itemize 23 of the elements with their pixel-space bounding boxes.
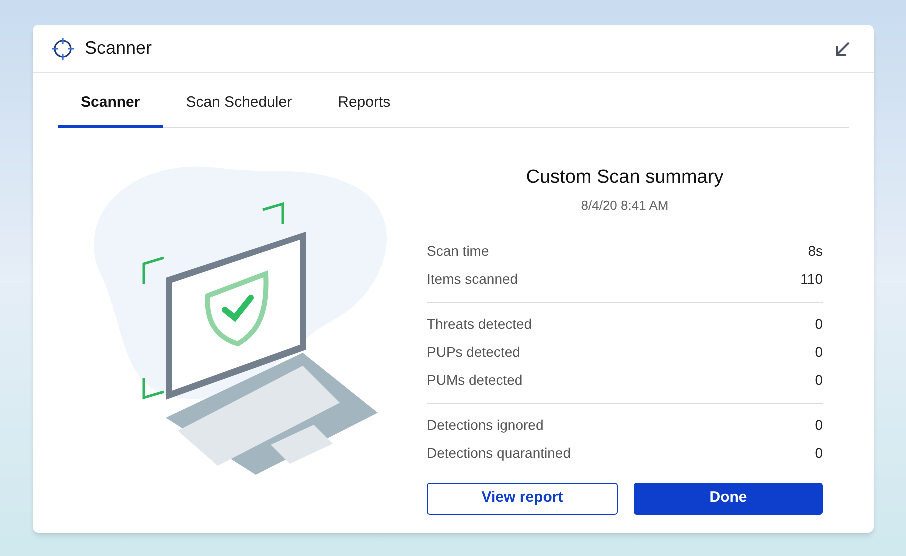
row-value: 8s	[808, 242, 823, 261]
row-value: 0	[815, 343, 823, 362]
done-button[interactable]: Done	[634, 482, 823, 514]
crosshair-icon	[51, 36, 75, 60]
row-label: PUPs detected	[427, 343, 520, 362]
row-value: 0	[815, 315, 823, 334]
row-label: PUMs detected	[427, 371, 523, 390]
tab[interactable]: Scan Scheduler	[163, 86, 316, 128]
row-value: 0	[815, 444, 823, 463]
view-report-button[interactable]: View report	[427, 482, 618, 514]
tab[interactable]: Scanner	[58, 86, 164, 128]
row-label: Scan time	[427, 242, 490, 261]
row-label: Items scanned	[427, 270, 518, 289]
scan-date: 8/4/20 8:41 AM	[580, 197, 670, 215]
row-label: Detections quarantined	[427, 444, 571, 463]
tab[interactable]: Reports	[315, 86, 414, 128]
summary-title: Custom Scan summary	[525, 166, 725, 190]
row-label: Threats detected	[427, 315, 532, 334]
row-label: Detections ignored	[427, 416, 544, 435]
row-value: 110	[800, 270, 823, 289]
window-title: Scanner	[85, 37, 152, 60]
row-value: 0	[815, 371, 823, 390]
row-value: 0	[815, 416, 823, 435]
